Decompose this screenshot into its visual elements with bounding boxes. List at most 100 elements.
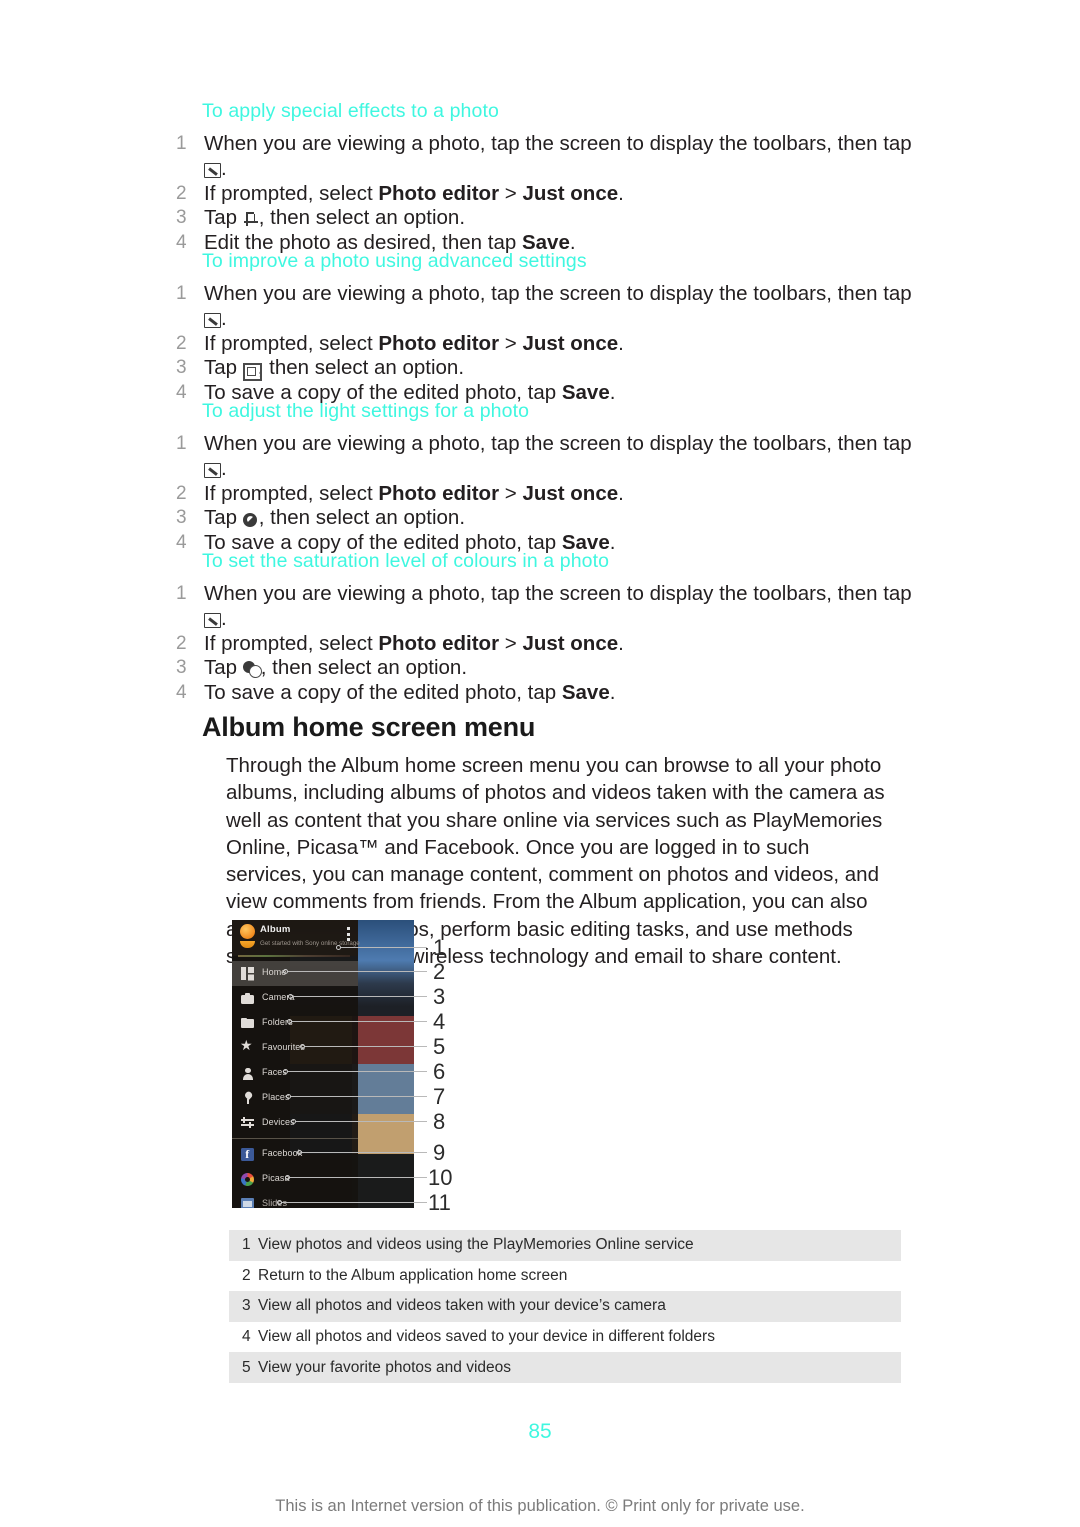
- step-item: 1 When you are viewing a photo, tap the …: [176, 132, 918, 181]
- folder-icon: [241, 1017, 254, 1030]
- step-number: 3: [176, 507, 187, 529]
- procedure-title: To set the saturation level of colours i…: [202, 550, 610, 572]
- callout-leader-line: [288, 971, 427, 972]
- menu-item-faces[interactable]: Faces: [232, 1061, 358, 1086]
- app-subtitle: Get started with Sony online storage: [260, 940, 360, 947]
- copyright-notice: This is an Internet version of this publ…: [275, 1497, 805, 1515]
- map-pin-icon: [241, 1092, 254, 1105]
- step-number: 2: [176, 482, 187, 504]
- photo-thumb: [352, 1114, 414, 1154]
- menu-item-favourites[interactable]: Favourites: [232, 1036, 358, 1061]
- step-number: 1: [176, 133, 187, 155]
- slides-icon: [241, 1198, 254, 1208]
- light-icon: [243, 512, 259, 527]
- overflow-menu-icon[interactable]: [347, 927, 350, 941]
- saturation-icon: [242, 661, 262, 679]
- drawer-header: Album Get started with Sony online stora…: [232, 920, 360, 956]
- menu-section-divider: [232, 1138, 358, 1139]
- callout-leader-line: [302, 1152, 427, 1153]
- callout-leader-line: [291, 1096, 427, 1097]
- step-text: Tap , then select an option.: [204, 656, 468, 680]
- step-text: Tap , then select an option.: [204, 506, 466, 530]
- legend-text: View all photos and videos saved to your…: [258, 1328, 715, 1346]
- photo-thumb: [352, 1154, 414, 1208]
- step-number: 2: [176, 182, 187, 204]
- camera-icon: [241, 992, 254, 1005]
- callout-number: 2: [433, 959, 446, 984]
- callout-leader-line: [296, 1121, 427, 1122]
- procedure-block-4: To set the saturation level of colours i…: [176, 550, 918, 705]
- menu-item-places[interactable]: Places: [232, 1086, 358, 1111]
- step-item: 2 If prompted, select Photo editor > Jus…: [176, 332, 918, 357]
- step-number: 3: [176, 657, 187, 679]
- crop-icon: [243, 211, 259, 227]
- step-item: 1 When you are viewing a photo, tap the …: [176, 282, 918, 331]
- menu-item-folders[interactable]: Folders: [232, 1011, 358, 1036]
- step-item: 3 Tap , then select an option.: [176, 356, 918, 382]
- facebook-icon: [241, 1147, 254, 1161]
- step-item: 2 If prompted, select Photo editor > Jus…: [176, 482, 918, 507]
- menu-item-slides[interactable]: Slides: [232, 1192, 358, 1208]
- album-logo-icon: [240, 924, 255, 939]
- legend-text: Return to the Album application home scr…: [258, 1266, 568, 1284]
- step-item: 4 To save a copy of the edited photo, ta…: [176, 681, 918, 706]
- step-text: When you are viewing a photo, tap the sc…: [204, 582, 912, 630]
- menu-item-label: Favourites: [262, 1042, 306, 1052]
- devices-icon: [241, 1117, 254, 1130]
- menu-item-label: Slides: [262, 1198, 288, 1208]
- edit-icon: [204, 462, 221, 478]
- edit-icon: [204, 312, 221, 328]
- album-menu-figure: Album Get started with Sony online stora…: [232, 920, 464, 1214]
- callout-leader-line: [292, 1021, 427, 1022]
- legend-number: 5: [242, 1358, 251, 1376]
- step-text: When you are viewing a photo, tap the sc…: [204, 132, 912, 180]
- menu-item-facebook[interactable]: Facebook: [232, 1142, 358, 1167]
- step-number: 1: [176, 433, 187, 455]
- table-row: 5 View your favorite photos and videos: [229, 1352, 901, 1383]
- procedure-steps: 1 When you are viewing a photo, tap the …: [176, 132, 918, 255]
- callout-number: 10: [428, 1165, 453, 1190]
- edit-icon: [204, 162, 221, 178]
- menu-item-picasa[interactable]: Picasa: [232, 1167, 358, 1192]
- callout-number: 6: [433, 1059, 446, 1084]
- star-icon: [240, 1038, 254, 1055]
- legend-number: 4: [242, 1328, 251, 1346]
- step-text: If prompted, select Photo editor > Just …: [204, 181, 624, 205]
- procedure-steps: 1 When you are viewing a photo, tap the …: [176, 432, 918, 555]
- step-text: Tap , then select an option.: [204, 206, 466, 230]
- page-number: 85: [528, 1420, 552, 1443]
- table-row: 1 View photos and videos using the PlayM…: [229, 1230, 901, 1261]
- phone-screenshot: Album Get started with Sony online stora…: [232, 920, 414, 1208]
- step-number: 1: [176, 583, 187, 605]
- callout-leader-line: [282, 1202, 427, 1203]
- step-text: When you are viewing a photo, tap the sc…: [204, 432, 912, 480]
- frame-icon: [242, 363, 262, 382]
- legend-text: View all photos and videos taken with yo…: [258, 1297, 666, 1315]
- callout-number: 11: [428, 1190, 451, 1215]
- table-row: 4 View all photos and videos saved to yo…: [229, 1321, 901, 1353]
- callout-number: 8: [433, 1109, 446, 1134]
- legend-number: 1: [242, 1236, 251, 1254]
- table-row: 3 View all photos and videos taken with …: [229, 1291, 901, 1322]
- menu-item-camera[interactable]: Camera: [232, 986, 358, 1011]
- page-title: Album home screen menu: [202, 712, 536, 742]
- step-number: 3: [176, 207, 187, 229]
- callout-leader-line: [290, 1177, 427, 1178]
- procedure-title: To adjust the light settings for a photo: [202, 400, 530, 422]
- album-navigation-drawer: Album Get started with Sony online stora…: [232, 920, 360, 1208]
- edit-icon: [204, 612, 221, 628]
- step-item: 2 If prompted, select Photo editor > Jus…: [176, 182, 918, 207]
- callout-leader-line: [293, 996, 427, 997]
- procedure-title: To apply special effects to a photo: [202, 100, 499, 122]
- album-logo-icon-base: [240, 941, 255, 948]
- step-text: Tap , then select an option.: [204, 356, 465, 382]
- step-number: 2: [176, 332, 187, 354]
- menu-item-home[interactable]: Home: [232, 961, 358, 986]
- procedure-block-2: To improve a photo using advanced settin…: [176, 250, 918, 405]
- step-item: 2 If prompted, select Photo editor > Jus…: [176, 632, 918, 657]
- procedure-title: To improve a photo using advanced settin…: [202, 250, 587, 272]
- callout-leader-line: [341, 947, 427, 948]
- callout-number: 5: [433, 1034, 446, 1059]
- step-text: To save a copy of the edited photo, tap …: [204, 680, 616, 704]
- procedure-block-3: To adjust the light settings for a photo…: [176, 400, 918, 555]
